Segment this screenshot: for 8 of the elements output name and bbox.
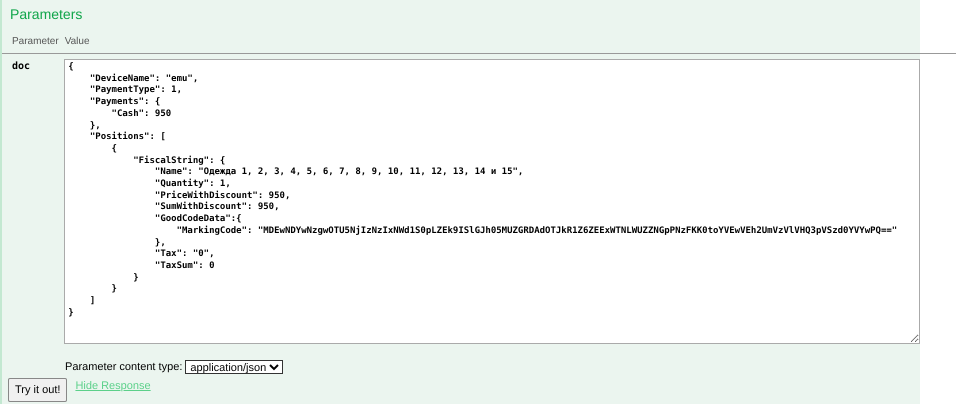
parameter-name: doc [11, 61, 32, 74]
section-title: Parameters [10, 6, 84, 22]
content-type-label: Parameter content type: [65, 361, 182, 373]
content-type-select[interactable]: application/json [185, 360, 284, 374]
json-body-field[interactable]: { "DeviceName": "emu", "PaymentType": 1, "Payments": { "Cash": 950 }, "Positions": [ { "FiscalString": { "Name": "Одежда 1, 2, 3, 4, 5, 6, 7, 8, 9, 10, 11, 12, 13, 14 и 15", "Quantity": 1, "PriceWithDiscount": 950, "SumWithDiscount": 950, "GoodCodeData":{ "MarkingCode": "MDEwNDYwNzgwOTU5NjIzNzIxNWd1S0pLZEk9ISlGJh05MUZGRDAdOTJkR1Z6ZEExWTNLWUZZNGpPNzFKK0toYVEwVEh2UmVzVlVHQ3pVSzd0YVYwPQ==" }, "Tax": "0", "TaxSum": 0 } } ] } [64, 59, 920, 344]
try-it-out-button[interactable]: Try it out! [8, 378, 68, 402]
column-header: Parameter [12, 36, 59, 47]
column-header: Value [64, 36, 90, 47]
